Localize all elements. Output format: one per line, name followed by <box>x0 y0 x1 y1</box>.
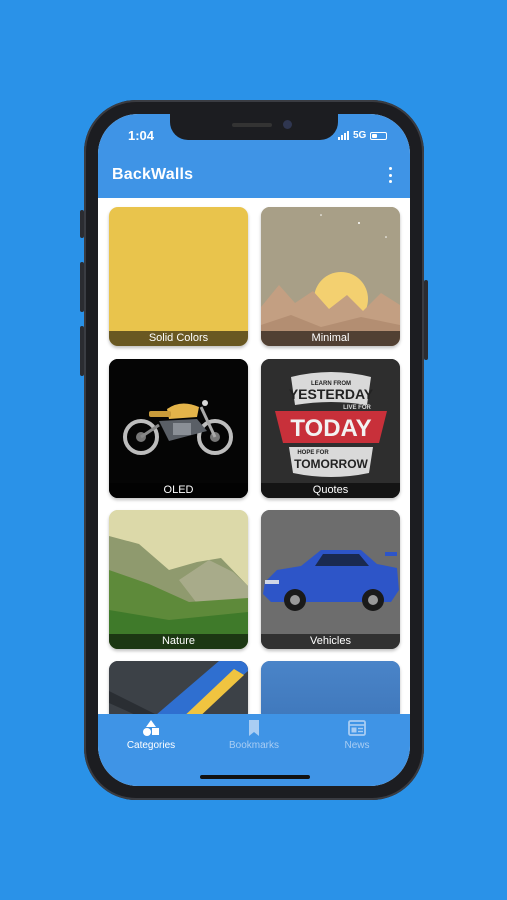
volume-up-button <box>80 262 84 312</box>
mute-switch <box>80 210 84 238</box>
status-icons: 5G <box>338 130 388 141</box>
quote-line-5: HOPE FOR <box>297 450 329 456</box>
category-card-partial-1[interactable] <box>109 661 248 721</box>
category-card-nature[interactable]: Nature <box>109 510 248 649</box>
more-vert-icon[interactable] <box>384 166 396 184</box>
newspaper-icon <box>348 720 366 736</box>
speaker-grille <box>232 123 272 127</box>
home-indicator[interactable] <box>200 775 310 779</box>
app-title: BackWalls <box>112 166 194 183</box>
abstract-wallpaper-image <box>109 661 248 721</box>
tab-categories[interactable]: Categories <box>111 720 191 751</box>
nature-wallpaper-image <box>109 510 248 649</box>
motorcycle-wallpaper-image <box>109 359 248 498</box>
quote-line-4: TODAY <box>290 415 371 442</box>
category-label: Vehicles <box>261 634 400 649</box>
tab-label: Categories <box>126 740 176 751</box>
volume-down-button <box>80 326 84 376</box>
battery-icon <box>370 131 388 140</box>
category-label: Solid Colors <box>109 331 248 346</box>
status-time: 1:04 <box>128 128 155 143</box>
category-card-solid-colors[interactable]: Solid Colors <box>109 207 248 346</box>
quote-wallpaper-image: LEARN FROM YESTERDAY LIVE FOR TODAY HOPE… <box>261 359 400 498</box>
tab-label: Bookmarks <box>228 740 279 751</box>
front-camera <box>283 120 292 129</box>
bookmark-icon <box>249 720 259 736</box>
category-card-minimal[interactable]: Minimal <box>261 207 400 346</box>
tab-label: News <box>344 740 370 751</box>
network-type: 5G <box>353 130 367 141</box>
signal-icon <box>338 131 349 140</box>
tab-bookmarks[interactable]: Bookmarks <box>214 720 294 751</box>
category-label: OLED <box>109 483 248 498</box>
quote-line-3: LIVE FOR <box>343 405 371 411</box>
sky-wallpaper-image <box>261 661 400 721</box>
minimal-wallpaper-image <box>261 207 400 346</box>
tab-news[interactable]: News <box>317 720 397 751</box>
power-button <box>424 280 428 360</box>
category-card-quotes[interactable]: LEARN FROM YESTERDAY LIVE FOR TODAY HOPE… <box>261 359 400 498</box>
car-wallpaper-image <box>261 510 400 649</box>
quote-line-2: YESTERDAY <box>289 386 374 402</box>
shapes-icon <box>143 720 159 736</box>
category-card-partial-2[interactable] <box>261 661 400 721</box>
category-card-vehicles[interactable]: Vehicles <box>261 510 400 649</box>
category-card-oled[interactable]: OLED <box>109 359 248 498</box>
category-label: Minimal <box>261 331 400 346</box>
category-label: Quotes <box>261 483 400 498</box>
category-label: Nature <box>109 634 248 649</box>
quote-line-6: TOMORROW <box>294 457 368 471</box>
